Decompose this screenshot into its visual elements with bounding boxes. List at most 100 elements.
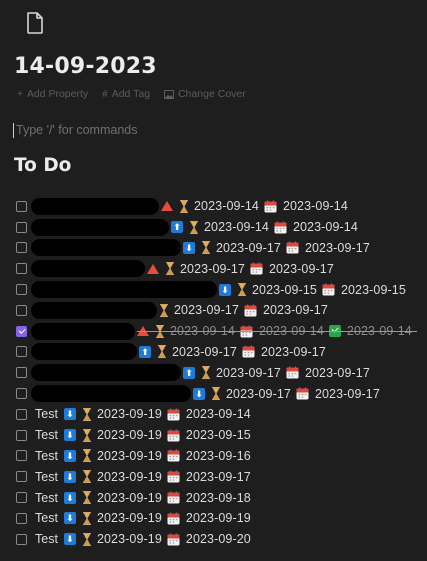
- todo-meta: ⬇ 2023-09-17 2023-09-17: [183, 241, 375, 255]
- hourglass-icon: [189, 220, 199, 234]
- scheduled-date: 2023-09-14: [204, 220, 269, 235]
- todo-list: 2023-09-14 2023-09-14 ⬆ 2023-09-14 2023-09-1…: [16, 196, 417, 550]
- redacted-text: [31, 301, 157, 319]
- hourglass-icon: [201, 241, 211, 255]
- todo-item: ⬇ 2023-09-15 2023-09-15: [16, 279, 417, 300]
- scheduled-date: 2023-09-17: [174, 303, 239, 318]
- plus-icon: +: [17, 88, 23, 100]
- change-cover-button[interactable]: Change Cover: [164, 88, 246, 100]
- todo-meta: ⬇ 2023-09-19 2023-09-20: [63, 532, 256, 546]
- todo-text[interactable]: Test: [35, 511, 58, 525]
- calendar-icon: [242, 345, 255, 358]
- hourglass-icon: [82, 511, 92, 525]
- todo-checkbox[interactable]: [16, 450, 27, 462]
- hash-icon: #: [102, 88, 108, 100]
- todo-meta: ⬇ 2023-09-19 2023-09-18: [63, 490, 256, 505]
- calendar-icon: [240, 325, 253, 338]
- todo-checkbox[interactable]: [16, 242, 27, 254]
- todo-item: 2023-09-17 2023-09-17: [16, 258, 417, 279]
- todo-checkbox[interactable]: [16, 263, 27, 275]
- calendar-icon: [274, 221, 287, 234]
- due-date: 2023-09-14: [185, 407, 251, 422]
- calendar-icon: [296, 387, 309, 400]
- hourglass-icon: [165, 262, 175, 276]
- todo-meta: 2023-09-17 2023-09-17: [159, 303, 333, 317]
- calendar-icon: [167, 408, 180, 421]
- redacted-text: [31, 385, 191, 403]
- calendar-icon: [167, 533, 180, 546]
- calendar-icon: [286, 366, 299, 379]
- todo-checkbox[interactable]: [16, 346, 27, 358]
- todo-checkbox[interactable]: [16, 221, 27, 233]
- command-placeholder: Type '/' for commands: [16, 123, 138, 137]
- todo-checkbox[interactable]: [16, 284, 27, 296]
- todo-checkbox[interactable]: [16, 367, 27, 379]
- due-date: 2023-09-14: [292, 220, 358, 235]
- low-priority-icon: ⬇: [219, 283, 231, 296]
- calendar-icon: [264, 200, 277, 213]
- todo-text[interactable]: Test: [35, 491, 58, 505]
- page-title[interactable]: 14-09-2023: [14, 54, 157, 79]
- due-date: 2023-09-14: [282, 199, 348, 214]
- todo-checkbox[interactable]: [16, 388, 27, 400]
- todo-checkbox[interactable]: [16, 471, 27, 483]
- calendar-icon: [167, 470, 180, 483]
- todo-meta: ⬇ 2023-09-19 2023-09-19: [63, 511, 256, 526]
- hourglass-icon: [82, 470, 92, 484]
- todo-heading[interactable]: To Do: [14, 155, 71, 176]
- todo-text[interactable]: Test: [35, 407, 58, 421]
- todo-item: 2023-09-14 2023-09-14: [16, 196, 417, 217]
- due-date: 2023-09-17: [260, 344, 326, 359]
- todo-checkbox[interactable]: [16, 325, 27, 337]
- todo-text[interactable]: Test: [35, 428, 58, 442]
- todo-item: Test ⬇ 2023-09-19 2023-09-17: [16, 466, 417, 487]
- add-property-button[interactable]: + Add Property: [17, 88, 88, 100]
- hourglass-icon: [211, 386, 221, 401]
- high-priority-icon: [161, 201, 173, 212]
- command-input[interactable]: Type '/' for commands: [13, 121, 393, 139]
- todo-checkbox[interactable]: [16, 512, 27, 524]
- scheduled-date: 2023-09-19: [96, 511, 162, 526]
- done-check-icon: [328, 325, 341, 338]
- scheduled-date: 2023-09-19: [96, 469, 162, 484]
- redacted-text: [31, 322, 135, 340]
- hourglass-icon: [157, 345, 167, 359]
- due-date: 2023-09-18: [185, 490, 251, 505]
- todo-meta: ⬇ 2023-09-15 2023-09-15: [219, 283, 411, 297]
- low-priority-icon: ⬇: [63, 449, 76, 462]
- calendar-icon: [167, 449, 180, 462]
- todo-text[interactable]: Test: [35, 449, 58, 463]
- todo-checkbox[interactable]: [16, 408, 27, 420]
- scheduled-date: 2023-09-14: [170, 324, 235, 339]
- todo-meta: ⬇ 2023-09-19 2023-09-16: [63, 449, 256, 463]
- todo-text[interactable]: Test: [35, 470, 58, 484]
- todo-checkbox[interactable]: [16, 492, 27, 504]
- medium-priority-icon: ⬆: [183, 366, 195, 379]
- todo-checkbox[interactable]: [16, 429, 27, 441]
- add-tag-label: Add Tag: [111, 88, 151, 100]
- scheduled-date: 2023-09-17: [216, 240, 281, 255]
- todo-meta: ⬆ 2023-09-17 2023-09-17: [183, 366, 375, 380]
- calendar-icon: [322, 283, 335, 296]
- page-properties-bar: + Add Property # Add Tag Change Cover: [17, 88, 246, 100]
- due-date: 2023-09-14: [258, 324, 324, 339]
- todo-checkbox[interactable]: [16, 200, 27, 212]
- todo-text[interactable]: Test: [35, 532, 58, 546]
- hourglass-icon: [201, 366, 211, 380]
- low-priority-icon: ⬇: [63, 533, 76, 546]
- redacted-text: [31, 260, 145, 278]
- redacted-text: [31, 197, 159, 215]
- hourglass-icon: [237, 282, 247, 297]
- todo-item: Test ⬇ 2023-09-19 2023-09-14: [16, 404, 417, 425]
- medium-priority-icon: ⬆: [171, 221, 183, 234]
- page-icon[interactable]: [26, 12, 44, 34]
- todo-checkbox[interactable]: [16, 533, 27, 545]
- todo-meta: ⬇ 2023-09-19 2023-09-15: [63, 428, 256, 443]
- low-priority-icon: ⬇: [63, 429, 76, 442]
- due-date: 2023-09-15: [185, 428, 251, 443]
- due-date: 2023-09-17: [304, 240, 370, 255]
- redacted-text: [31, 364, 181, 382]
- add-tag-button[interactable]: # Add Tag: [102, 88, 150, 100]
- todo-item: Test ⬇ 2023-09-19 2023-09-20: [16, 529, 417, 550]
- todo-checkbox[interactable]: [16, 304, 27, 316]
